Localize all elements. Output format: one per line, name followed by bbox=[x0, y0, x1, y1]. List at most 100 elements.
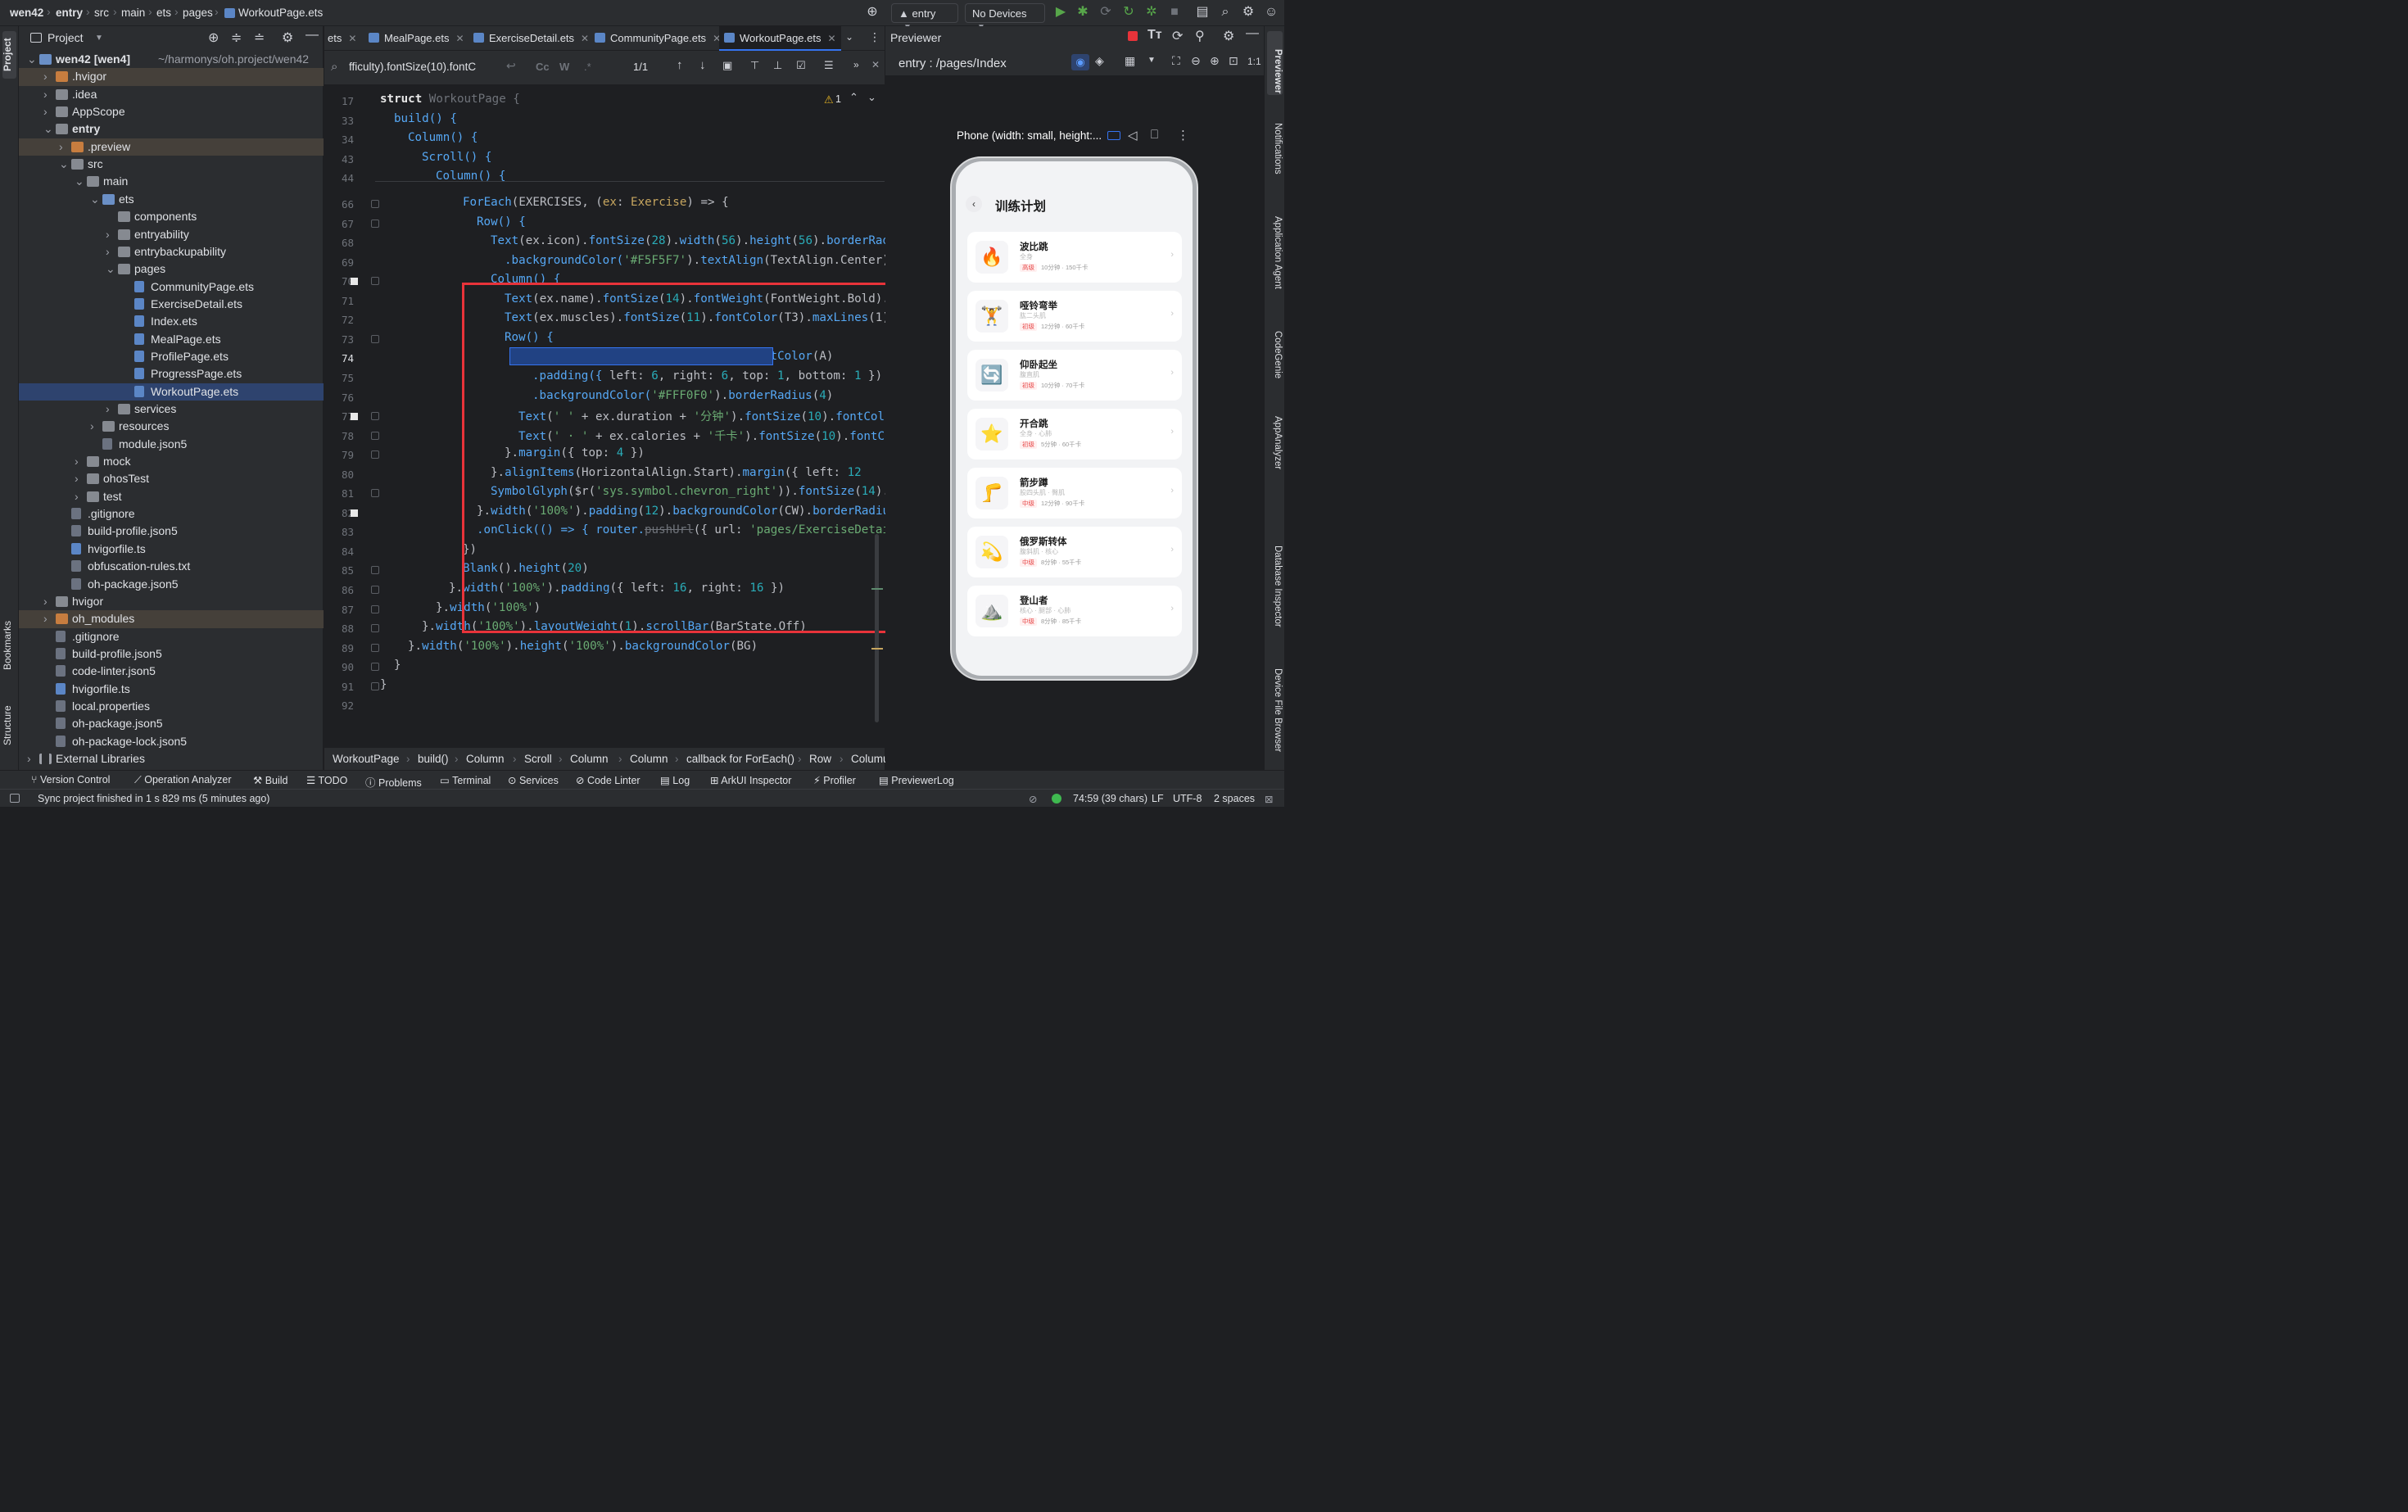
settings-gear-icon[interactable]: ⚙ bbox=[1240, 4, 1256, 20]
locate-icon[interactable]: ⊕ bbox=[208, 29, 219, 46]
exercise-card[interactable]: 🔥 波比跳 全身 高级 10分钟 · 150千卡 › bbox=[967, 232, 1182, 283]
tab-exercisedetail[interactable]: ExerciseDetail.ets ✕ bbox=[473, 26, 589, 51]
original-size-icon[interactable]: ⊡ bbox=[1229, 54, 1238, 68]
line-number[interactable]: 44 bbox=[324, 172, 354, 184]
tree-row[interactable]: › AppScope bbox=[19, 103, 324, 120]
breadcrumb-project[interactable]: wen42 bbox=[10, 7, 43, 19]
chevron-right-icon[interactable]: › bbox=[90, 418, 100, 435]
tree-row[interactable]: › resources bbox=[19, 418, 324, 435]
notifications-tool-label[interactable]: Notifications bbox=[1268, 123, 1283, 174]
target-icon[interactable]: ⊕ bbox=[864, 4, 880, 20]
back-button[interactable]: ‹ bbox=[966, 196, 982, 212]
tree-row[interactable]: › hvigor bbox=[19, 593, 324, 610]
more-vertical-icon[interactable]: ⋮ bbox=[1177, 128, 1189, 143]
line-number[interactable]: 87 bbox=[324, 604, 354, 616]
search-icon[interactable]: ⌕ bbox=[1217, 4, 1233, 20]
expand-all-icon[interactable]: ≑ bbox=[231, 29, 242, 46]
tree-row[interactable]: › services bbox=[19, 401, 324, 418]
previewer-tool-label[interactable]: Previewer bbox=[1268, 49, 1283, 93]
tool-version-control[interactable]: ⑂ Version Control bbox=[31, 774, 110, 785]
chevron-down-icon[interactable]: ⌄ bbox=[867, 91, 876, 104]
tree-row[interactable]: ⌄ wen42 [wen4] ~/harmonys/oh.project/wen42 bbox=[19, 51, 324, 68]
code-line[interactable]: Column() { bbox=[408, 131, 478, 144]
line-number[interactable]: 67 bbox=[324, 218, 354, 230]
tree-row[interactable]: › .idea bbox=[19, 86, 324, 103]
tree-row[interactable]: › test bbox=[19, 488, 324, 505]
tree-row[interactable]: › ohosTest bbox=[19, 470, 324, 487]
bookmark-marker[interactable] bbox=[351, 413, 358, 421]
tree-row[interactable]: ⌄ src bbox=[19, 156, 324, 173]
fold-marker[interactable] bbox=[371, 450, 379, 459]
caret-position[interactable]: 74:59 (39 chars) bbox=[1073, 793, 1147, 804]
tree-row[interactable]: code-linter.json5 bbox=[19, 663, 324, 680]
chevron-down-icon[interactable]: ⌄ bbox=[90, 191, 100, 208]
tool-log[interactable]: ▤ Log bbox=[660, 774, 690, 786]
run-config-select[interactable]: ▲ entry ▼ bbox=[891, 3, 958, 32]
line-number[interactable]: 43 bbox=[324, 153, 354, 165]
close-icon[interactable]: ✕ bbox=[581, 33, 589, 44]
fold-marker[interactable] bbox=[371, 604, 379, 613]
code-line[interactable]: Scroll() { bbox=[422, 151, 491, 164]
line-number[interactable]: 34 bbox=[324, 134, 354, 146]
find-input[interactable]: fficulty).fontSize(10).fontC bbox=[349, 61, 476, 73]
code-line[interactable]: } bbox=[394, 659, 401, 672]
tree-row[interactable]: module.json5 bbox=[19, 436, 324, 453]
tree-row[interactable]: components bbox=[19, 208, 324, 225]
run-icon[interactable]: ▶ bbox=[1052, 4, 1069, 20]
tool-previewer-log[interactable]: ▤ PreviewerLog bbox=[879, 774, 954, 786]
appanalyzer-tool-label[interactable]: AppAnalyzer bbox=[1268, 416, 1283, 469]
tree-row[interactable]: ProgressPage.ets bbox=[19, 365, 324, 383]
exercise-card[interactable]: ⛰️ 登山者 核心 · 腿部 · 心肺 中级 8分钟 · 85千卡 › bbox=[967, 586, 1182, 636]
warning-count[interactable]: 1 bbox=[835, 93, 841, 105]
user-icon[interactable]: ☺ bbox=[1263, 4, 1279, 20]
database-inspector-tool-label[interactable]: Database Inspector bbox=[1268, 545, 1283, 627]
project-tool-label[interactable]: Project bbox=[2, 33, 16, 77]
tool-profiler[interactable]: ⚡ Profiler bbox=[813, 774, 856, 786]
tree-row[interactable]: MealPage.ets bbox=[19, 331, 324, 348]
add-occurrence-icon[interactable]: ⊤ bbox=[750, 59, 759, 72]
fold-marker[interactable] bbox=[371, 586, 379, 594]
tree-row[interactable]: › mock bbox=[19, 453, 324, 470]
chevron-down-icon[interactable]: ▼ bbox=[1147, 56, 1156, 65]
select-all-matches-icon[interactable]: ☑ bbox=[796, 59, 806, 72]
fold-marker[interactable] bbox=[371, 334, 379, 343]
exercise-card[interactable]: 🏋️ 哑铃弯举 肱二头肌 初级 12分钟 · 60千卡 › bbox=[967, 291, 1182, 342]
select-all-occurrences-icon[interactable]: ▣ bbox=[722, 59, 732, 72]
settings-gear-icon[interactable]: ⚙ bbox=[1223, 28, 1234, 44]
line-number[interactable]: 74 bbox=[324, 352, 354, 364]
tab-ets-partial[interactable]: ets ✕ bbox=[328, 26, 356, 51]
zoom-out-icon[interactable]: ⊖ bbox=[1191, 54, 1201, 68]
tree-row[interactable]: .gitignore bbox=[19, 628, 324, 645]
tab-workoutpage[interactable]: WorkoutPage.ets ✕ bbox=[719, 26, 841, 51]
line-number[interactable]: 91 bbox=[324, 681, 354, 693]
pin-icon[interactable]: ⚲ bbox=[1195, 28, 1205, 44]
hide-panel-icon[interactable]: — bbox=[306, 28, 319, 43]
structure-breadcrumb[interactable]: Scroll bbox=[524, 753, 552, 765]
exercise-card[interactable]: 💫 俄罗斯转体 腹斜肌 · 核心 中级 8分钟 · 55千卡 › bbox=[967, 527, 1182, 577]
fold-marker[interactable] bbox=[371, 566, 379, 575]
line-number[interactable]: 68 bbox=[324, 237, 354, 249]
structure-breadcrumb[interactable]: WorkoutPage bbox=[333, 753, 400, 765]
exercise-card[interactable]: 🔄 仰卧起坐 腹直肌 初级 10分钟 · 70千卡 › bbox=[967, 350, 1182, 401]
line-number[interactable]: 75 bbox=[324, 372, 354, 384]
tree-row[interactable]: WorkoutPage.ets bbox=[19, 383, 324, 401]
tree-row[interactable]: build-profile.json5 bbox=[19, 645, 324, 663]
line-number[interactable]: 78 bbox=[324, 430, 354, 442]
toggle-panels-icon[interactable] bbox=[10, 794, 20, 803]
code-line[interactable]: ForEach(EXERCISES, (ex: Exercise) => { bbox=[463, 196, 729, 209]
device-frame-icon[interactable] bbox=[1107, 131, 1120, 140]
line-number[interactable]: 76 bbox=[324, 392, 354, 404]
exercise-card[interactable]: 🦵 箭步蹲 股四头肌 · 臀肌 中级 12分钟 · 90千卡 › bbox=[967, 468, 1182, 518]
status-message[interactable]: Sync project finished in 1 s 829 ms (5 m… bbox=[38, 793, 269, 804]
tree-row[interactable]: Index.ets bbox=[19, 313, 324, 330]
line-number[interactable]: 85 bbox=[324, 564, 354, 577]
chevron-right-icon[interactable]: › bbox=[43, 68, 53, 85]
chevron-right-icon[interactable]: › bbox=[43, 103, 53, 120]
structure-breadcrumb[interactable]: Row bbox=[809, 753, 831, 765]
zoom-in-icon[interactable]: ⊕ bbox=[1210, 54, 1220, 68]
line-number[interactable]: 83 bbox=[324, 526, 354, 538]
chevron-down-icon[interactable]: ⌄ bbox=[106, 260, 115, 278]
inspector-icon[interactable]: ◉ bbox=[1071, 54, 1089, 70]
chevron-right-icon[interactable]: › bbox=[43, 593, 53, 610]
tree-row[interactable]: › entryability bbox=[19, 226, 324, 243]
